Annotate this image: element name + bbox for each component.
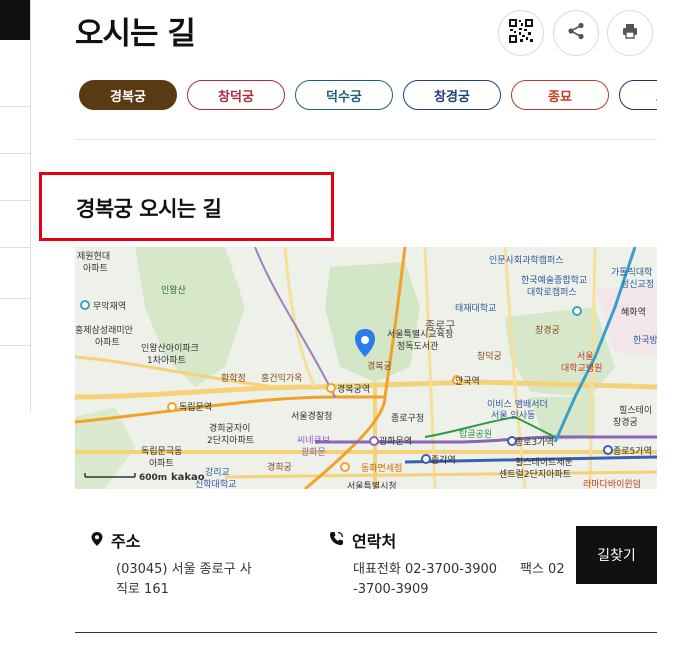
map-label: 안국역 bbox=[455, 376, 480, 387]
map-label: 서울경찰청 bbox=[291, 410, 332, 422]
tab-gyeongbokgung[interactable]: 경복궁 bbox=[79, 80, 177, 110]
map-label: 광화문역 bbox=[379, 435, 412, 447]
map-label: 종각역 bbox=[431, 454, 456, 466]
side-menu-panel bbox=[0, 0, 31, 412]
tab-joseon-royal-tombs[interactable]: 조선 bbox=[619, 80, 657, 110]
location-map[interactable]: 제원현대 아파트 인왕산 무악재역 홍제삼성래미안 아파트 인왕산아이파크 1차… bbox=[75, 247, 657, 489]
phone-number-continued: -3700-3909 bbox=[353, 582, 429, 597]
map-label: 독립문역 bbox=[179, 402, 212, 413]
qr-code-icon bbox=[508, 18, 534, 48]
fax-number: 팩스 02 bbox=[520, 562, 565, 577]
contact-text: 대표전화 02-3700-3900 -3700-3909 bbox=[353, 560, 497, 600]
address-label: 주소 bbox=[91, 528, 140, 552]
map-label: 창경궁 bbox=[535, 324, 560, 336]
map-label: 아파트 bbox=[83, 263, 108, 274]
map-label: 탑골공원 bbox=[459, 428, 492, 440]
map-label: 경희궁자이 bbox=[209, 422, 250, 434]
map-label: 황학정 bbox=[221, 373, 246, 384]
address-label-text: 주소 bbox=[111, 532, 141, 551]
map-label: 가톨릭대학 bbox=[611, 266, 652, 278]
map-label: 태재대학교 bbox=[455, 303, 496, 314]
map-label: 아파트 bbox=[95, 337, 120, 348]
map-marker-label: 경복궁 bbox=[367, 360, 392, 372]
palace-tabs: 경복궁 창덕궁 덕수궁 창경궁 종묘 조선 bbox=[79, 80, 657, 114]
highlight-box bbox=[39, 172, 334, 241]
side-menu-divider bbox=[0, 298, 30, 299]
side-menu-divider bbox=[0, 153, 30, 154]
contact-label: 연락처 bbox=[329, 528, 396, 552]
map-label: 종로5가역 bbox=[613, 446, 652, 457]
share-icon bbox=[567, 22, 585, 44]
side-menu-divider bbox=[0, 200, 30, 201]
location-pin-icon bbox=[91, 531, 103, 550]
map-label: 1차아파트 bbox=[147, 354, 186, 366]
directions-button[interactable]: 길찾기 bbox=[576, 526, 657, 584]
address-line: 직로 161 bbox=[116, 582, 169, 597]
side-menu-divider bbox=[0, 345, 30, 346]
map-label: 힐스테이 bbox=[619, 404, 652, 416]
map-label: 센트럴2단지아파트 bbox=[499, 469, 571, 480]
map-label: 라마다바이윈덤 bbox=[583, 478, 641, 489]
divider bbox=[75, 139, 657, 140]
phone-icon bbox=[329, 531, 344, 550]
share-button[interactable] bbox=[553, 10, 599, 56]
side-menu-header bbox=[0, 0, 30, 40]
map-brand-logo: kakao bbox=[171, 472, 205, 483]
side-menu-divider bbox=[0, 106, 30, 107]
map-label: 혜화역 bbox=[621, 306, 646, 318]
divider bbox=[75, 632, 657, 633]
map-label: 대학로캠퍼스 bbox=[527, 286, 577, 298]
map-label: 정독도서관 bbox=[397, 341, 438, 352]
tab-deoksugung[interactable]: 덕수궁 bbox=[295, 80, 393, 110]
map-label: 한국예술종합학교 bbox=[521, 275, 587, 286]
side-menu-divider bbox=[0, 247, 30, 248]
map-label: 씨네큐브 bbox=[297, 435, 330, 446]
print-icon bbox=[621, 22, 639, 44]
map-label: 대학교병원 bbox=[561, 363, 602, 374]
map-label: 광화문 bbox=[301, 446, 326, 458]
map-label: 경복궁역 bbox=[337, 383, 370, 395]
map-label: 서울 bbox=[577, 351, 594, 362]
map-label: 이비스 앰배서더 bbox=[487, 398, 548, 410]
map-label: 무악재역 bbox=[93, 300, 126, 312]
map-label: 서울 인사동 bbox=[491, 410, 535, 421]
map-label: 강리교 bbox=[205, 467, 230, 478]
map-label: 2단지아파트 bbox=[207, 435, 254, 446]
print-button[interactable] bbox=[607, 10, 653, 56]
map-label: 홍건익가옥 bbox=[261, 372, 302, 384]
address-line: (03045) 서울 종로구 사 bbox=[116, 562, 252, 577]
map-label: 종로3가역 bbox=[515, 437, 554, 448]
map-label: 동화면세점 bbox=[361, 462, 402, 474]
map-scale-label: 600m bbox=[139, 473, 167, 483]
map-label: 홍제삼성래미안 bbox=[75, 324, 133, 336]
map-label: 한국방 bbox=[633, 335, 657, 346]
map-label: 성신교정 bbox=[621, 279, 654, 290]
map-label: 독립문극동 bbox=[141, 446, 182, 457]
map-label: 인왕산 bbox=[161, 285, 186, 296]
page-title: 오시는 길 bbox=[75, 16, 196, 52]
tab-changgyeonggung[interactable]: 창경궁 bbox=[403, 80, 501, 110]
map-label: 경희궁 bbox=[267, 461, 292, 473]
tab-jongmyo[interactable]: 종묘 bbox=[511, 80, 609, 110]
map-label: 서울특별시청 bbox=[347, 481, 397, 489]
phone-number: 대표전화 02-3700-3900 bbox=[353, 562, 498, 577]
map-label: 창경궁 bbox=[613, 416, 638, 428]
map-label: 창덕궁 bbox=[477, 351, 502, 362]
map-label: 아파트 bbox=[149, 458, 174, 469]
qr-code-button[interactable] bbox=[498, 10, 544, 56]
map-label: 힐스테이트세운 bbox=[515, 456, 573, 468]
map-label: 제원현대 bbox=[77, 251, 110, 262]
map-label: 종로구청 bbox=[391, 413, 424, 424]
contact-label-text: 연락처 bbox=[352, 532, 397, 551]
address-text: (03045) 서울 종로구 사 직로 161 bbox=[116, 560, 252, 600]
map-label: 종로구 bbox=[425, 319, 455, 332]
tab-changdeokgung[interactable]: 창덕궁 bbox=[187, 80, 285, 110]
map-label: 인왕산아이파크 bbox=[141, 343, 199, 354]
map-label: 인문사회과학캠퍼스 bbox=[489, 254, 564, 266]
